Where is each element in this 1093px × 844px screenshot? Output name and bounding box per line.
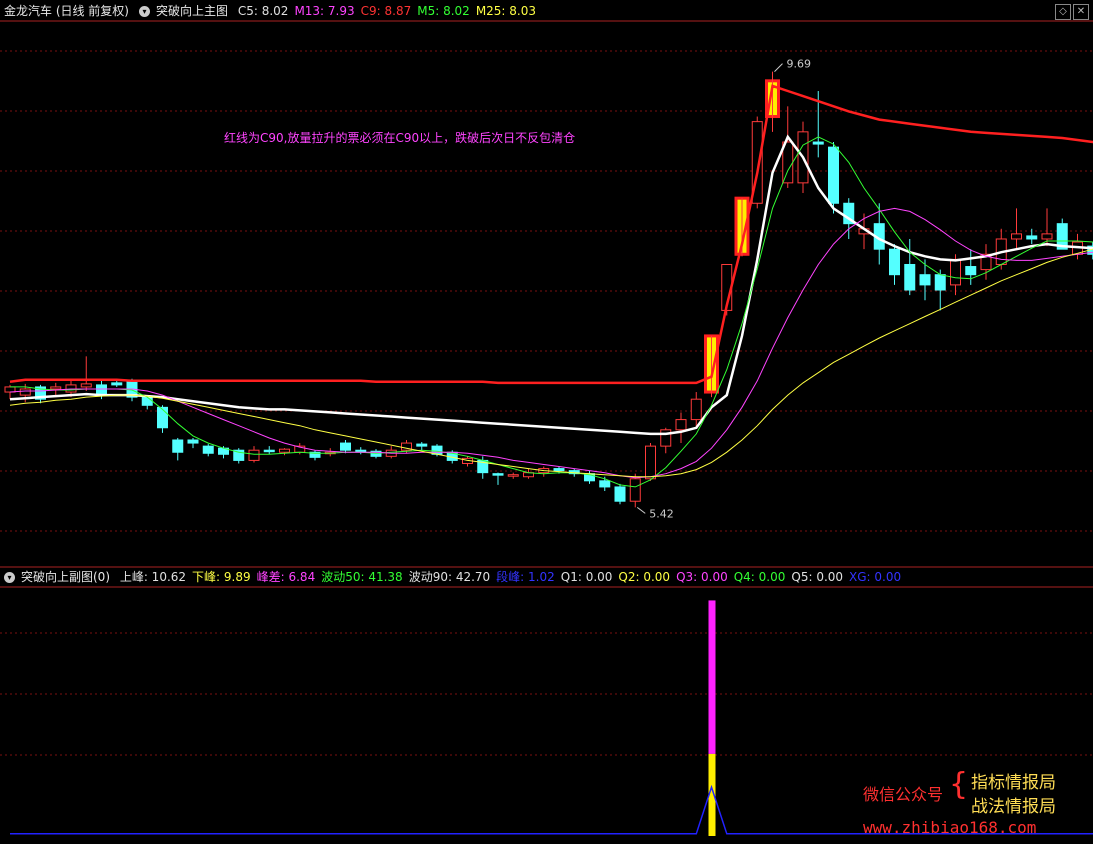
- low-label: 5.42: [649, 507, 674, 520]
- main-field-2: C9: 8.87: [360, 4, 412, 18]
- high-marker: [774, 63, 783, 72]
- candle-body: [904, 263, 916, 291]
- candle-body: [1026, 235, 1038, 240]
- main-field-0: C5: 8.02: [237, 4, 289, 18]
- candle-body: [279, 448, 290, 453]
- candle-body: [248, 449, 260, 461]
- candle-body: [263, 449, 275, 453]
- candle-body: [202, 445, 214, 454]
- candle-body: [553, 468, 565, 472]
- sub-field-9: Q4: 0.00: [733, 570, 786, 584]
- main-field-3: M5: 8.02: [417, 4, 470, 18]
- sub-field-4: 波动90: 42.70: [408, 570, 491, 584]
- sub-field-0: 上峰: 10.62: [119, 570, 187, 584]
- main-chart-header: 金龙汽车 (日线 前复权) ▾ 突破向上主图 C5: 8.02 M13: 7.93 C9…: [0, 0, 1093, 22]
- candle-body: [690, 398, 702, 421]
- candle-body: [492, 473, 504, 476]
- candle-body: [629, 478, 641, 502]
- series-line-m5: [10, 136, 1093, 488]
- sub-field-7: Q2: 0.00: [618, 570, 671, 584]
- maximize-icon[interactable]: ◇: [1055, 4, 1071, 20]
- sub-indicator-values: 上峰: 10.62 下峰: 9.89 峰差: 6.84 波动50: 41.38 波动90…: [120, 570, 907, 584]
- candle-body: [934, 274, 946, 291]
- candle-body: [889, 248, 900, 276]
- candle-body: [919, 274, 931, 286]
- candle-body: [50, 386, 62, 390]
- chart-annotation: 红线为C90,放量拉升的票必须在C90以上，跌破后次日不反包清仓: [224, 131, 576, 145]
- sub-bar-magenta: [708, 600, 716, 754]
- sub-field-2: 峰差: 6.84: [256, 570, 316, 584]
- sub-field-11: XG: 0.00: [849, 570, 902, 584]
- watermark-brace: {: [949, 767, 969, 802]
- watermark-right1: 指标情报局: [971, 773, 1056, 793]
- candle-body: [828, 146, 839, 204]
- main-field-4: M25: 8.03: [475, 4, 537, 18]
- sub-chart-header: ▾ 突破向上副图(0) 上峰: 10.62 下峰: 9.89 峰差: 6.84 波动50…: [0, 566, 1093, 588]
- stock-title[interactable]: 金龙汽车 (日线 前复权): [4, 4, 129, 18]
- candle-body: [65, 384, 77, 393]
- indicator-dropdown-icon[interactable]: ▾: [139, 6, 150, 17]
- candle-body: [1041, 233, 1053, 240]
- candle-body: [965, 266, 977, 276]
- watermark-url: www.zhibiao168.com: [863, 818, 1037, 837]
- candle-body: [80, 383, 92, 388]
- candle-body: [950, 258, 961, 286]
- candle-body: [96, 384, 107, 396]
- candle-body: [355, 449, 367, 453]
- candle-body: [141, 396, 153, 406]
- candle-body: [172, 439, 184, 453]
- candle-body: [507, 474, 519, 477]
- watermark-right2: 战法情报局: [971, 797, 1056, 817]
- sub-field-8: Q3: 0.00: [676, 570, 728, 584]
- series-line-m13: [9, 207, 1093, 479]
- sub-field-10: Q5: 0.00: [791, 570, 844, 584]
- sub-field-3: 波动50: 41.38: [321, 570, 403, 584]
- candle-body: [187, 439, 199, 444]
- watermark: 微信公众号 { 指标情报局 战法情报局 www.zhibiao168.com: [863, 766, 1083, 840]
- main-indicator-values: C5: 8.02 M13: 7.93 C9: 8.87 M5: 8.02 M25: 8.…: [238, 4, 542, 18]
- candle-body: [157, 406, 168, 429]
- low-marker: [636, 506, 646, 514]
- high-label: 9.69: [787, 58, 812, 71]
- main-indicator-name[interactable]: 突破向上主图: [156, 4, 228, 18]
- sub-field-5: 段峰: 1.02: [496, 570, 555, 584]
- candle-body: [1011, 233, 1022, 240]
- watermark-left: 微信公众号: [863, 785, 944, 804]
- candle-body: [340, 442, 351, 451]
- sub-field-1: 下峰: 9.89: [192, 570, 251, 584]
- candle-body: [675, 419, 687, 431]
- close-icon[interactable]: ✕: [1073, 4, 1089, 20]
- sub-indicator-dropdown-icon[interactable]: ▾: [4, 572, 15, 583]
- candle-body: [431, 445, 443, 455]
- candle-body: [645, 445, 656, 480]
- main-field-1: M13: 7.93: [294, 4, 355, 18]
- candle-body: [812, 141, 824, 145]
- sub-field-6: Q1: 0.00: [560, 570, 613, 584]
- candle-body: [111, 382, 123, 386]
- candle-body: [599, 480, 611, 488]
- sub-indicator-name[interactable]: 突破向上副图(0): [21, 570, 110, 584]
- candle-body: [416, 443, 428, 447]
- stock-chart: 9.69 5.42: [0, 20, 1093, 836]
- candle-body: [19, 388, 31, 396]
- candle-body: [614, 486, 626, 502]
- series-line-c5: [9, 134, 1093, 436]
